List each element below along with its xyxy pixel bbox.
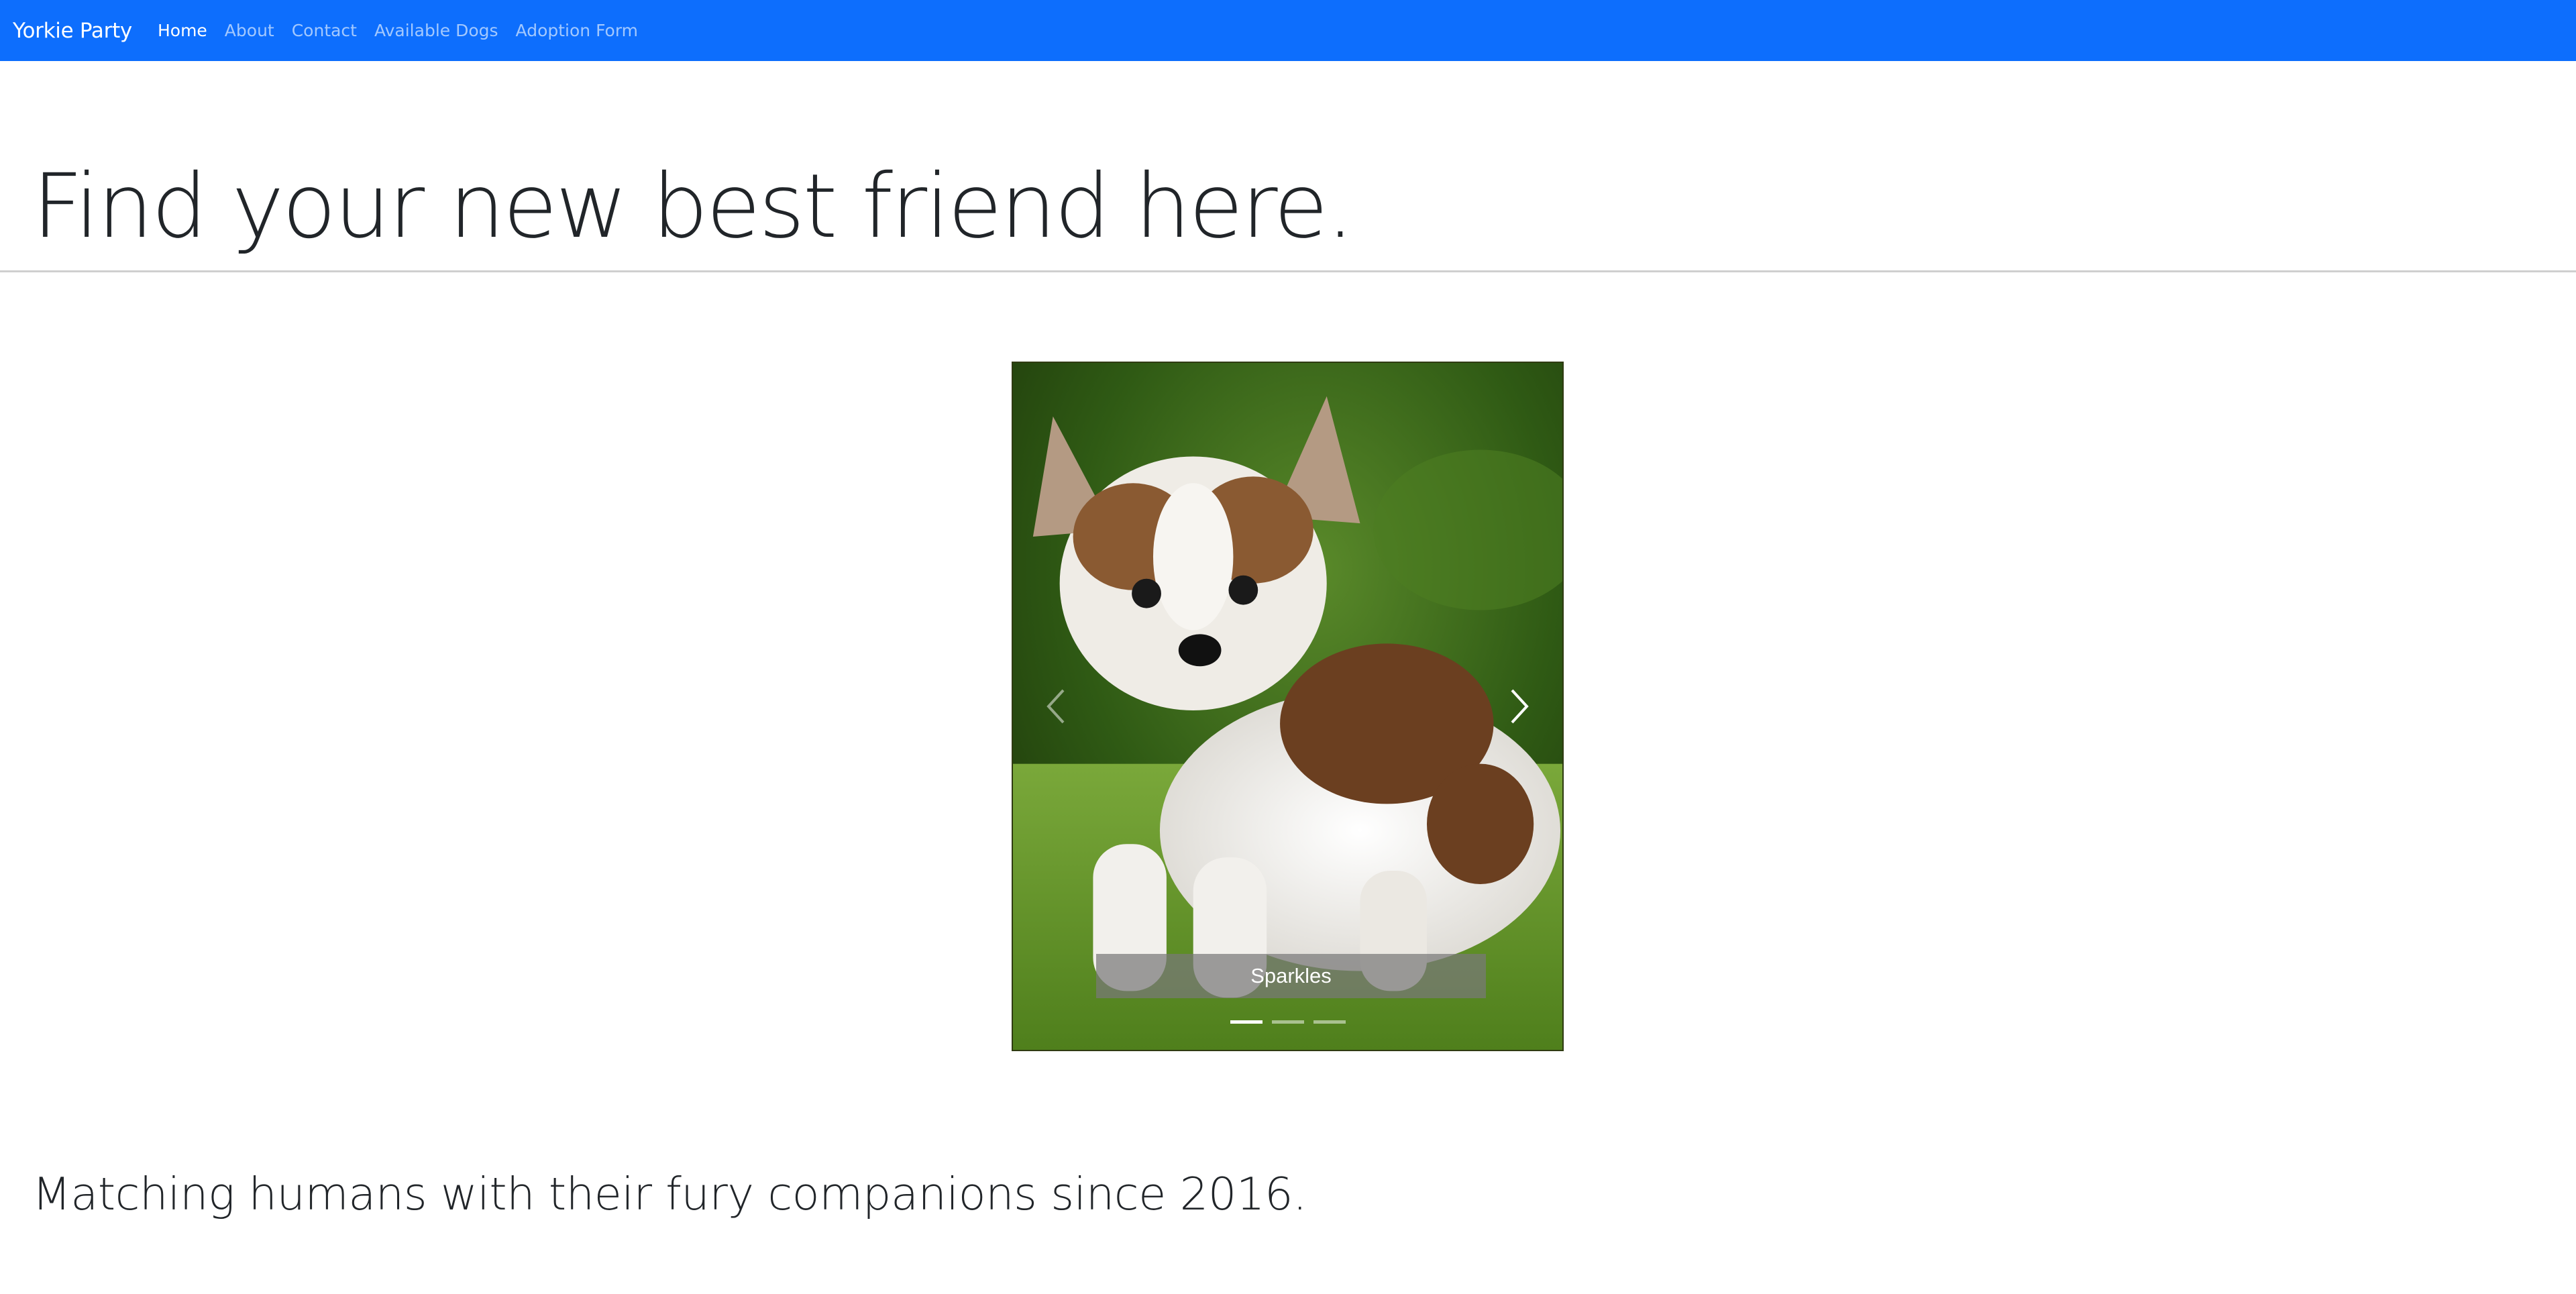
carousel-indicator-2[interactable] [1271,1020,1304,1024]
carousel-prev-button[interactable] [1013,363,1100,1050]
nav-link-adoption-form[interactable]: Adoption Form [516,21,639,40]
carousel-indicator-1[interactable] [1230,1020,1263,1024]
brand-link[interactable]: Yorkie Party [13,19,132,43]
horizontal-divider [0,270,2576,272]
nav-link-home[interactable]: Home [158,21,207,40]
nav-link-available-dogs[interactable]: Available Dogs [374,21,498,40]
top-navbar: Yorkie Party Home About Contact Availabl… [0,0,2576,61]
nav-link-about[interactable]: About [225,21,274,40]
nav-links: Home About Contact Available Dogs Adopti… [158,21,655,40]
carousel-caption: Sparkles [1250,964,1332,987]
carousel-indicators [1013,1020,1562,1024]
chevron-right-icon [1511,689,1529,724]
carousel-indicator-3[interactable] [1313,1020,1346,1024]
nav-link-contact[interactable]: Contact [292,21,357,40]
tagline: Matching humans with their fury companio… [32,1168,1307,1220]
dog-carousel: Sparkles [1012,362,1564,1051]
page-headline: Find your new best friend here. [32,155,1354,258]
carousel-next-button[interactable] [1475,363,1562,1050]
carousel-caption-box: Sparkles [1096,954,1486,998]
chevron-left-icon [1046,689,1065,724]
